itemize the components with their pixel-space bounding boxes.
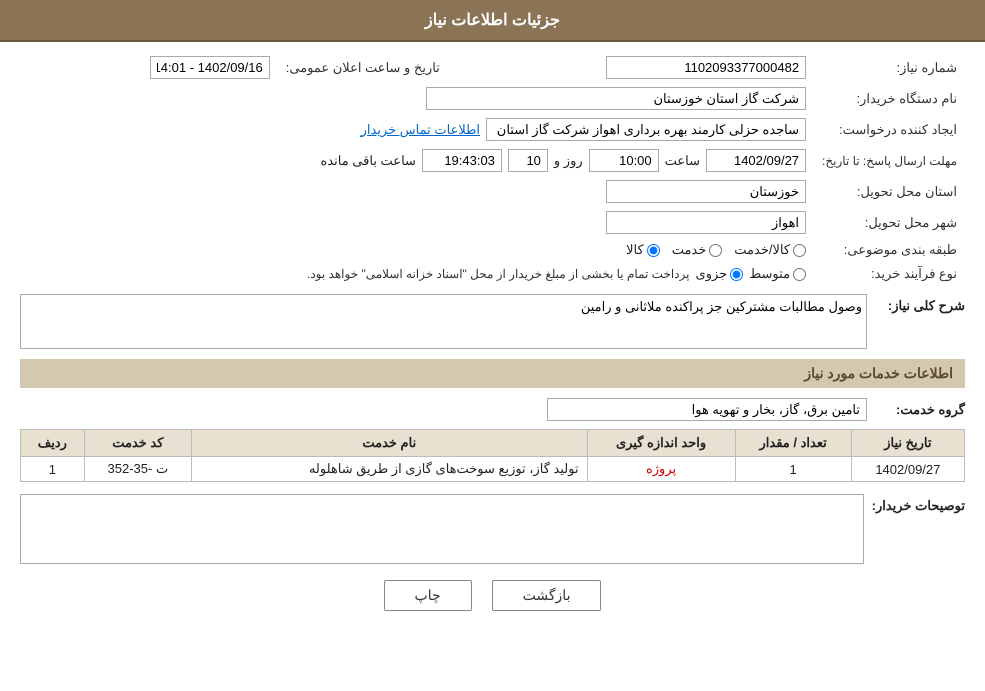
radio-kala-label: کالا xyxy=(626,242,644,258)
deadline-remaining-label: ساعت باقی مانده xyxy=(321,153,416,169)
creator-label: ایجاد کننده درخواست: xyxy=(814,114,965,145)
col-service-name: نام خدمت xyxy=(191,430,587,457)
deadline-days-input[interactable] xyxy=(508,149,548,172)
radio-jozvi[interactable]: جزوی xyxy=(696,266,744,282)
province-label: استان محل تحویل: xyxy=(814,176,965,207)
cell-service-code: ت -35-352 xyxy=(84,457,191,482)
announce-date-label: تاریخ و ساعت اعلان عمومی: xyxy=(278,52,448,83)
radio-motevasset[interactable]: متوسط xyxy=(749,266,806,282)
table-row: 1402/09/27 1 پروژه تولید گاز، توزیع سوخت… xyxy=(21,457,965,482)
services-section-header: اطلاعات خدمات مورد نیاز xyxy=(20,359,965,388)
radio-kala-khadamat-label: کالا/خدمت xyxy=(734,242,790,258)
col-quantity: تعداد / مقدار xyxy=(735,430,851,457)
cell-quantity: 1 xyxy=(735,457,851,482)
deadline-time-input[interactable] xyxy=(589,149,659,172)
city-input[interactable] xyxy=(606,211,806,234)
buyer-name-label: نام دستگاه خریدار: xyxy=(814,83,965,114)
deadline-date-input[interactable] xyxy=(706,149,806,172)
print-button[interactable]: چاپ xyxy=(384,580,472,611)
radio-khadamat[interactable]: خدمت xyxy=(672,242,723,258)
deadline-remaining-input[interactable] xyxy=(422,149,502,172)
info-table: شماره نیاز: تاریخ و ساعت اعلان عمومی: نا… xyxy=(20,52,965,286)
buyer-name-input[interactable] xyxy=(426,87,806,110)
col-row-num: ردیف xyxy=(21,430,85,457)
service-group-label: گروه خدمت: xyxy=(875,402,965,418)
creator-input[interactable] xyxy=(486,118,806,141)
deadline-time-label: ساعت xyxy=(665,153,700,169)
creator-contact-link[interactable]: اطلاعات تماس خریدار xyxy=(361,122,480,138)
radio-motevasset-label: متوسط xyxy=(749,266,790,282)
process-label: نوع فرآیند خرید: xyxy=(814,262,965,286)
need-number-input[interactable] xyxy=(606,56,806,79)
radio-kala-khadamat[interactable]: کالا/خدمت xyxy=(734,242,806,258)
process-desc: پرداخت تمام یا بخشی از مبلغ خریدار از مح… xyxy=(307,267,690,281)
col-unit: واحد اندازه گیری xyxy=(587,430,735,457)
radio-kala[interactable]: کالا xyxy=(626,242,660,258)
back-button[interactable]: بازگشت xyxy=(492,580,602,611)
cell-row-num: 1 xyxy=(21,457,85,482)
services-table: تاریخ نیاز تعداد / مقدار واحد اندازه گیر… xyxy=(20,429,965,482)
cell-unit: پروژه xyxy=(587,457,735,482)
need-desc-textarea[interactable]: وصول مطالبات مشترکین جز پراکنده ملاثانی … xyxy=(20,294,867,349)
buyer-desc-textarea[interactable] xyxy=(20,494,864,564)
deadline-days-label: روز و xyxy=(554,153,583,169)
deadline-label: مهلت ارسال پاسخ: تا تاریخ: xyxy=(814,145,965,176)
page-header: جزئیات اطلاعات نیاز xyxy=(0,0,985,42)
radio-jozvi-label: جزوی xyxy=(696,266,728,282)
page-title: جزئیات اطلاعات نیاز xyxy=(425,12,560,29)
city-label: شهر محل تحویل: xyxy=(814,207,965,238)
need-desc-label: شرح کلی نیاز: xyxy=(875,294,965,314)
category-label: طبقه بندی موضوعی: xyxy=(814,238,965,262)
col-date: تاریخ نیاز xyxy=(851,430,964,457)
announce-date-input[interactable] xyxy=(150,56,270,79)
col-service-code: کد خدمت xyxy=(84,430,191,457)
bottom-buttons: بازگشت چاپ xyxy=(20,580,965,611)
cell-date: 1402/09/27 xyxy=(851,457,964,482)
province-input[interactable] xyxy=(606,180,806,203)
buyer-desc-label: توصیحات خریدار: xyxy=(872,494,965,514)
radio-khadamat-label: خدمت xyxy=(672,242,707,258)
need-number-label: شماره نیاز: xyxy=(814,52,965,83)
cell-service-name: تولید گاز، توزیع سوخت‌های گازی از طریق ش… xyxy=(191,457,587,482)
service-group-input[interactable] xyxy=(547,398,867,421)
